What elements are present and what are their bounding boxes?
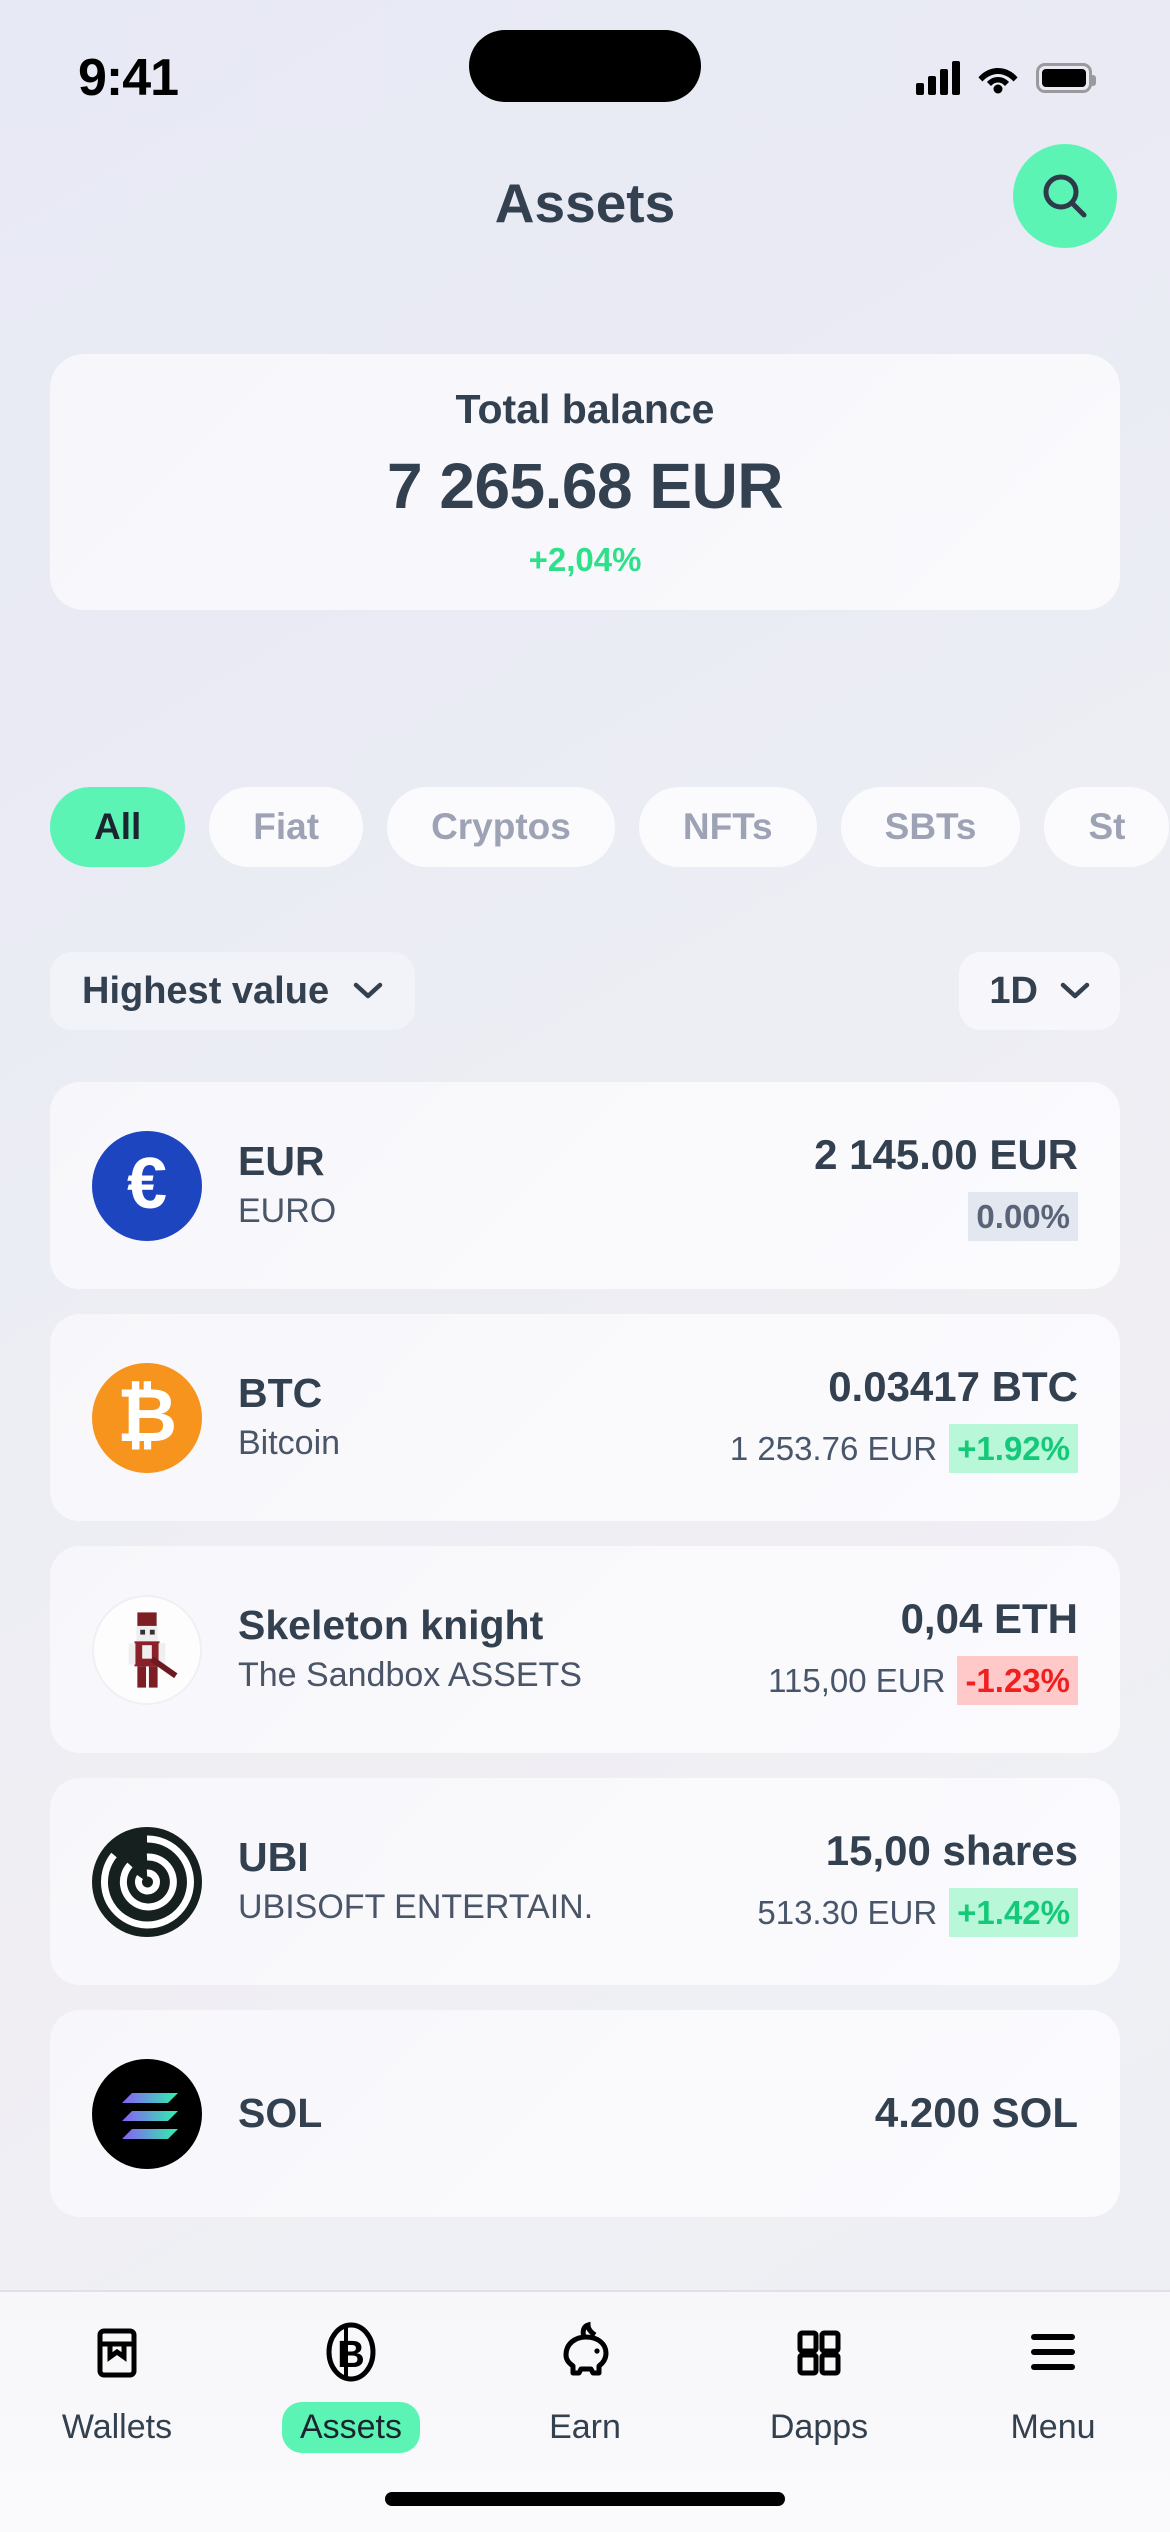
- tab-label: Earn: [549, 2408, 621, 2446]
- asset-values: 4.200 SOL: [875, 2088, 1078, 2138]
- asset-values: 15,00 shares 513.30 EUR +1.42%: [757, 1826, 1078, 1938]
- asset-subvalues: 1 253.76 EUR +1.92%: [729, 1424, 1078, 1474]
- bitcoin-coin-icon: ₿: [92, 1362, 202, 1473]
- asset-subvalues: 513.30 EUR +1.42%: [757, 1888, 1078, 1938]
- chevron-down-icon: [1060, 982, 1090, 999]
- asset-values: 0.03417 BTC 1 253.76 EUR +1.92%: [730, 1362, 1078, 1474]
- svg-text:B: B: [337, 2334, 364, 2376]
- asset-identity: UBI UBISOFT ENTERTAIN.: [238, 1834, 757, 1929]
- filter-chip-fiat[interactable]: Fiat: [209, 787, 364, 867]
- asset-subvalues: 0.00%: [814, 1192, 1078, 1242]
- skeleton-knight-nft-icon: [92, 1594, 202, 1705]
- chevron-down-icon: [353, 982, 383, 999]
- asset-symbol: EUR: [238, 1137, 325, 1184]
- status-time: 9:41: [78, 49, 179, 107]
- bitcoin-circle-icon: B: [326, 2322, 376, 2382]
- tab-label: Wallets: [61, 2408, 173, 2446]
- tab-label: Dapps: [769, 2408, 869, 2446]
- status-indicators: [916, 35, 1096, 95]
- time-range-dropdown[interactable]: 1D: [959, 952, 1120, 1030]
- list-controls: Highest value 1D: [0, 952, 1170, 1052]
- tab-dapps[interactable]: Dapps: [702, 2292, 936, 2470]
- filter-chip-sbts[interactable]: SBTs: [840, 787, 1021, 867]
- bitcoin-glyph: ₿: [116, 1373, 178, 1457]
- filter-chip-cryptos[interactable]: Cryptos: [387, 787, 615, 867]
- piggy-bank-icon: [563, 2321, 609, 2376]
- balance-label: Total balance: [455, 385, 715, 432]
- asset-row[interactable]: SOL 4.200 SOL: [50, 2010, 1120, 2217]
- asset-change-badge: 0.00%: [968, 1192, 1078, 1242]
- filter-chip-st[interactable]: St: [1044, 787, 1170, 867]
- asset-change-badge: +1.92%: [949, 1424, 1078, 1474]
- grid-squares-icon-wrap: [784, 2314, 854, 2390]
- tab-label: Assets: [281, 2402, 421, 2453]
- cellular-signal-icon: [916, 61, 960, 95]
- filter-chip-all[interactable]: All: [50, 787, 186, 867]
- asset-quantity: 15,00 shares: [825, 1826, 1078, 1874]
- tab-label: Menu: [1010, 2408, 1096, 2446]
- bottom-tab-bar: Wallets B Assets Earn Dapps Menu: [0, 2290, 1170, 2532]
- dynamic-island: [469, 30, 701, 102]
- asset-identity: EUR EURO: [238, 1138, 814, 1233]
- asset-quantity: 4.200 SOL: [874, 2089, 1078, 2137]
- asset-symbol: BTC: [238, 1369, 323, 1416]
- page-title: Assets: [494, 172, 676, 234]
- sort-dropdown[interactable]: Highest value: [50, 952, 416, 1030]
- asset-fiat-value: 115,00 EUR: [768, 1661, 946, 1699]
- asset-fullname: Bitcoin: [238, 1423, 341, 1462]
- euro-coin-icon: €: [92, 1130, 202, 1241]
- asset-list[interactable]: € EUR EURO 2 145.00 EUR 0.00% ₿ BTC Bitcoin 0.03…: [50, 1082, 1120, 2362]
- asset-row[interactable]: Skeleton knight The Sandbox ASSETS 0,04 ET…: [50, 1546, 1120, 1753]
- asset-identity: BTC Bitcoin: [238, 1370, 730, 1465]
- asset-symbol: SOL: [238, 2089, 323, 2136]
- asset-identity: SOL: [238, 2090, 875, 2137]
- time-range-label: 1D: [989, 969, 1038, 1012]
- asset-change-badge: +1.42%: [949, 1888, 1078, 1938]
- balance-change: +2,04%: [528, 540, 642, 578]
- search-icon: [1043, 174, 1087, 218]
- asset-identity: Skeleton knight The Sandbox ASSETS: [238, 1602, 768, 1697]
- ubisoft-logo-icon: [92, 1826, 202, 1937]
- asset-filter-chips[interactable]: All Fiat Cryptos NFTs SBTs St: [0, 782, 1170, 872]
- wifi-icon: [978, 68, 1018, 94]
- asset-quantity: 0.03417 BTC: [828, 1362, 1078, 1410]
- asset-row[interactable]: UBI UBISOFT ENTERTAIN. 15,00 shares 513.30 …: [50, 1778, 1120, 1985]
- tab-wallets[interactable]: Wallets: [0, 2292, 234, 2470]
- euro-glyph: €: [126, 1143, 168, 1224]
- asset-fullname: EURO: [238, 1191, 337, 1230]
- filter-chip-nfts[interactable]: NFTs: [638, 787, 817, 867]
- grid-squares-icon: [797, 2330, 841, 2376]
- home-indicator: [385, 2492, 785, 2506]
- tab-assets[interactable]: B Assets: [234, 2292, 468, 2470]
- asset-quantity: 2 145.00 EUR: [814, 1130, 1078, 1178]
- asset-change-badge: -1.23%: [957, 1656, 1078, 1706]
- asset-symbol: Skeleton knight: [238, 1601, 544, 1648]
- asset-values: 2 145.00 EUR 0.00%: [814, 1130, 1078, 1242]
- hamburger-menu-icon-wrap: [1018, 2314, 1088, 2390]
- asset-subvalues: 115,00 EUR -1.23%: [768, 1656, 1078, 1706]
- hamburger-menu-icon: [1031, 2334, 1075, 2370]
- asset-fullname: The Sandbox ASSETS: [238, 1655, 582, 1694]
- battery-icon: [1036, 63, 1096, 93]
- solana-coin-icon: [92, 2058, 202, 2169]
- piggy-bank-icon-wrap: [550, 2314, 620, 2390]
- balance-amount: 7 265.68 EUR: [386, 449, 784, 522]
- tab-menu[interactable]: Menu: [936, 2292, 1170, 2470]
- asset-fullname: UBISOFT ENTERTAIN.: [238, 1887, 594, 1926]
- asset-row[interactable]: ₿ BTC Bitcoin 0.03417 BTC 1 253.76 EUR +1.92%: [50, 1314, 1120, 1521]
- page-header: Assets: [0, 144, 1170, 258]
- bitcoin-circle-icon-wrap: B: [316, 2314, 386, 2390]
- asset-row[interactable]: € EUR EURO 2 145.00 EUR 0.00%: [50, 1082, 1120, 1289]
- wallet-icon: [97, 2328, 137, 2378]
- sort-dropdown-label: Highest value: [82, 969, 330, 1012]
- search-button[interactable]: [1013, 144, 1117, 248]
- asset-symbol: UBI: [238, 1833, 309, 1880]
- asset-fiat-value: 1 253.76 EUR: [729, 1429, 938, 1467]
- total-balance-card[interactable]: Total balance 7 265.68 EUR +2,04%: [50, 354, 1120, 610]
- wallet-icon-wrap: [82, 2314, 152, 2390]
- asset-fiat-value: 513.30 EUR: [757, 1893, 938, 1931]
- asset-values: 0,04 ETH 115,00 EUR -1.23%: [768, 1594, 1078, 1706]
- asset-quantity: 0,04 ETH: [900, 1594, 1078, 1642]
- tab-earn[interactable]: Earn: [468, 2292, 702, 2470]
